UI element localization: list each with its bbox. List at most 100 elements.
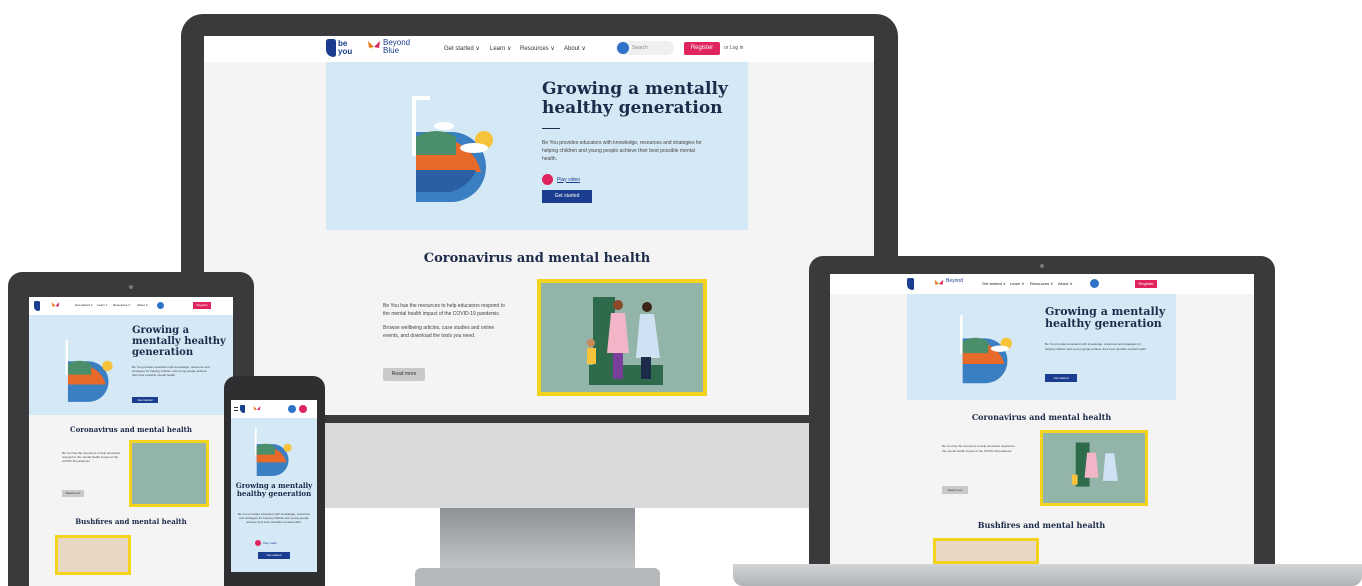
laptop-people-illustration	[1071, 442, 1118, 487]
tablet-hero-title: Growing a mentally healthy generation	[132, 325, 226, 359]
monitor-base	[415, 568, 660, 586]
phone-hero-title-line2: healthy generation	[236, 488, 312, 498]
phone-search-icon[interactable]	[288, 405, 296, 413]
laptop-nav-get-started[interactable]: Get started ∨	[982, 281, 1006, 286]
phone-play-label: Play video	[263, 541, 277, 545]
register-button[interactable]: Register	[684, 42, 720, 55]
phone-butterfly-icon	[253, 406, 261, 411]
laptop-covid-title: Coronavirus and mental health	[971, 412, 1112, 422]
people-illustration	[587, 297, 663, 385]
laptop-register-button[interactable]: Register	[1135, 280, 1157, 288]
covid-description: Be You has the resources to help educato…	[383, 302, 505, 340]
hero-description: Be You provides educators with knowledge…	[542, 140, 702, 162]
laptop-be-you-logo[interactable]	[907, 278, 914, 290]
logo-blue-text: Blue	[383, 46, 400, 55]
tablet-bushfires-image	[55, 535, 131, 575]
tablet-hero-title-line1: Growing a	[132, 325, 190, 336]
read-more-button[interactable]: Read more	[383, 368, 425, 381]
search-icon	[617, 42, 629, 54]
hero-title-line2: healthy generation	[542, 98, 723, 119]
laptop-butterfly-icon	[934, 279, 944, 285]
phone-nav	[231, 400, 317, 418]
covid-illustration	[537, 279, 707, 396]
logo-you-text: you	[338, 47, 353, 56]
laptop-search-icon[interactable]	[1090, 279, 1099, 288]
nav-get-started[interactable]: Get started ∨	[444, 45, 480, 52]
tablet-hero-title-line2: mentally healthy	[132, 336, 226, 348]
login-text: Log in	[729, 45, 744, 51]
tablet-nav-get-started[interactable]: Get started ∨	[75, 303, 93, 307]
nav-learn[interactable]: Learn ∨	[490, 45, 511, 52]
butterfly-icon	[368, 41, 380, 53]
tablet-hero-description: Be You provides educators with knowledge…	[132, 365, 210, 377]
phone-account-icon[interactable]	[299, 405, 307, 413]
tablet-covid-description: Be You has the resources to help educato…	[62, 451, 121, 463]
tablet-hero-title-line3: generation	[132, 347, 194, 359]
tablet-covid-illustration	[129, 440, 209, 507]
get-started-button[interactable]: Get started	[542, 190, 592, 203]
tablet-read-more-button[interactable]: Read more	[62, 490, 84, 497]
search-placeholder: Search	[632, 45, 648, 51]
phone-menu-icon[interactable]	[234, 407, 238, 411]
laptop-bushfires-title: Bushfires and mental health	[977, 520, 1106, 530]
or-text: or	[724, 45, 729, 51]
tablet-nav-resources[interactable]: Resources ∨	[113, 303, 130, 307]
laptop-hero: Growing a mentally healthy generation Be…	[907, 294, 1176, 400]
laptop-read-more-button[interactable]: Read more	[942, 486, 968, 494]
phone-hero-title: Growing a mentally healthy generation	[234, 482, 314, 498]
main-nav: be you Beyond Blue Get started ∨ Learn ∨ R…	[204, 36, 874, 62]
nav-resources[interactable]: Resources ∨	[520, 45, 555, 52]
responsive-devices-scene: be you Beyond Blue Get started ∨ Learn ∨ R…	[0, 0, 1362, 586]
laptop-nav-about[interactable]: About ∨	[1058, 281, 1073, 286]
laptop-nav-learn[interactable]: Learn ∨	[1010, 281, 1024, 286]
phone-hero: Growing a mentally healthy generation Be…	[231, 418, 317, 572]
tablet-register-button[interactable]: Register	[193, 302, 211, 309]
phone-logo[interactable]	[240, 405, 245, 413]
phone-get-started-button[interactable]: Get started	[258, 552, 290, 559]
hero-banner: Growing a mentally healthy generation Be…	[326, 62, 748, 230]
play-icon	[542, 174, 553, 185]
laptop-camera	[1040, 264, 1044, 268]
tablet-screen: Get started ∨ Learn ∨ Resources ∨ About …	[29, 297, 233, 586]
hero-illustration	[412, 96, 493, 202]
covid-paragraph-1: Be You has the resources to help educato…	[383, 303, 505, 317]
phone-play-video[interactable]: Play video	[255, 540, 277, 546]
laptop-nav-resources[interactable]: Resources ∨	[1030, 281, 1053, 286]
tablet-bushfires-title: Bushfires and mental health	[75, 517, 187, 526]
nav-about[interactable]: About ∨	[564, 45, 586, 52]
covid-paragraph-2: Browse wellbeing articles, case studies …	[383, 325, 495, 339]
tablet-get-started-button[interactable]: Get started	[132, 397, 158, 403]
tablet-hero-illustration	[65, 340, 113, 402]
hero-title: Growing a mentally healthy generation	[542, 79, 728, 119]
laptop-screen: Beyond Get started ∨ Learn ∨ Resources ∨…	[830, 274, 1254, 564]
covid-section-title: Coronavirus and mental health	[423, 251, 651, 266]
laptop-base	[733, 564, 1362, 586]
be-you-logo[interactable]: be you	[326, 39, 352, 57]
laptop-get-started-button[interactable]: Get started	[1045, 374, 1077, 382]
tablet-covid-title: Coronavirus and mental health	[70, 425, 192, 434]
login-link[interactable]: or Log in	[724, 45, 743, 51]
laptop-hero-title-line1: Growing a mentally	[1045, 305, 1166, 318]
tablet-camera	[129, 285, 133, 289]
tablet-nav-about[interactable]: About ∨	[137, 303, 148, 307]
phone-hero-description: Be You provides educators with knowledge…	[238, 512, 310, 524]
tablet-search-icon[interactable]	[157, 302, 164, 309]
laptop-bushfires-image	[933, 538, 1039, 564]
laptop-hero-title-line2: healthy generation	[1045, 317, 1162, 331]
laptop-hero-title: Growing a mentally healthy generation	[1045, 305, 1166, 331]
tablet-logo[interactable]	[34, 301, 40, 311]
laptop-nav: Beyond Get started ∨ Learn ∨ Resources ∨…	[830, 274, 1254, 294]
play-video-link[interactable]: Play video	[542, 174, 580, 185]
tablet-butterfly-icon	[51, 302, 60, 307]
laptop-nav-beyond: Beyond	[946, 278, 963, 284]
search-input[interactable]: Search	[616, 41, 674, 55]
beyond-blue-logo[interactable]: Beyond Blue	[367, 39, 410, 55]
laptop-covid-description: Be You has the resources to help educato…	[942, 444, 1016, 453]
hero-title-line1: Growing a mentally	[542, 79, 728, 99]
hero-divider	[542, 128, 560, 129]
phone-hero-illustration	[254, 427, 292, 476]
phone-screen: Growing a mentally healthy generation Be…	[231, 400, 317, 572]
monitor-screen: be you Beyond Blue Get started ∨ Learn ∨ R…	[204, 36, 874, 415]
laptop-hero-description: Be You provides educators with knowledge…	[1045, 342, 1147, 351]
tablet-nav-learn[interactable]: Learn ∨	[97, 303, 108, 307]
